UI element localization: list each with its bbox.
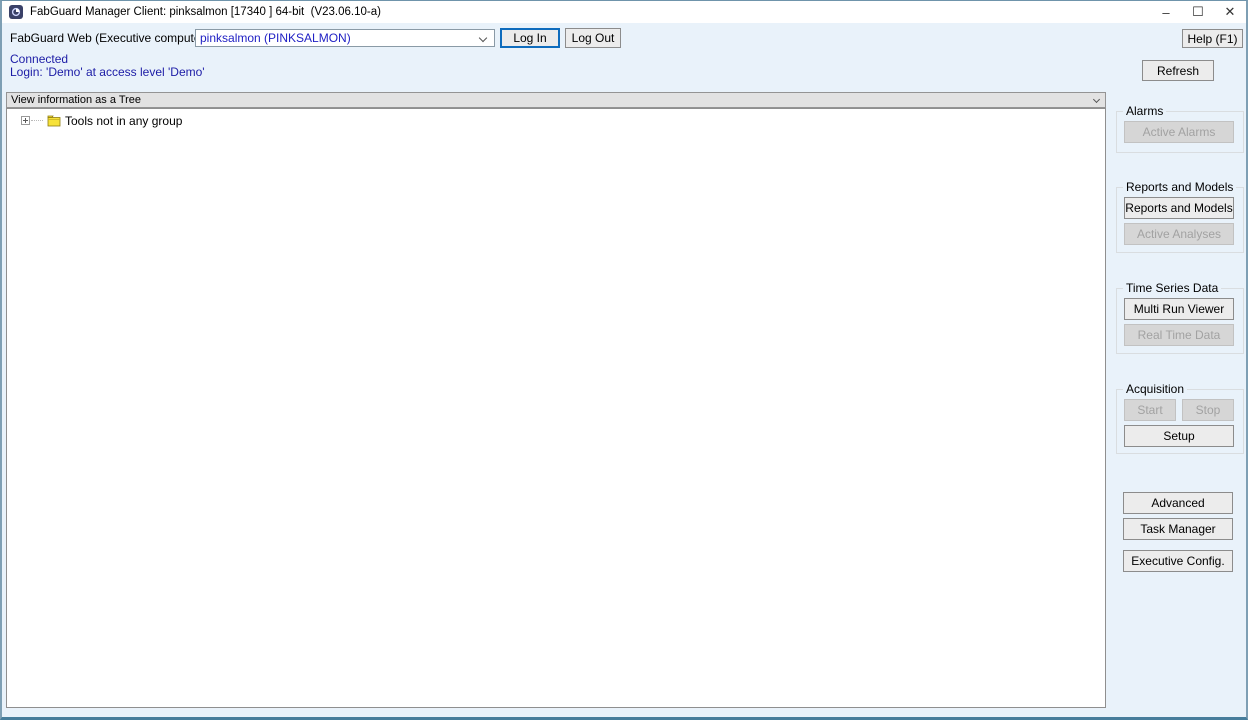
chevron-down-icon (1093, 96, 1100, 103)
start-button[interactable]: Start (1124, 399, 1176, 421)
close-button[interactable]: ✕ (1214, 1, 1246, 23)
stop-button[interactable]: Stop (1182, 399, 1234, 421)
alarms-group: Alarms Active Alarms (1116, 111, 1244, 153)
fabguard-web-label: FabGuard Web (Executive computer): (10, 31, 212, 45)
reports-and-models-button[interactable]: Reports and Models (1124, 197, 1234, 219)
window-controls: – ☐ ✕ (1150, 1, 1246, 23)
task-manager-button[interactable]: Task Manager (1123, 518, 1233, 540)
tree-item-label: Tools not in any group (65, 114, 182, 128)
setup-button[interactable]: Setup (1124, 425, 1234, 447)
time-series-group-title: Time Series Data (1123, 281, 1221, 295)
server-select[interactable]: pinksalmon (PINKSALMON) (195, 29, 495, 47)
reports-models-group: Reports and Models Reports and Models Ac… (1116, 187, 1244, 253)
refresh-button[interactable]: Refresh (1142, 60, 1214, 81)
alarms-group-title: Alarms (1123, 104, 1166, 118)
view-mode-value: View information as a Tree (11, 94, 141, 106)
multi-run-viewer-button[interactable]: Multi Run Viewer (1124, 298, 1234, 320)
tree-connector-line (31, 120, 43, 121)
active-alarms-button[interactable]: Active Alarms (1124, 121, 1234, 143)
app-window: FabGuard Manager Client: pinksalmon [173… (0, 0, 1248, 720)
view-mode-select[interactable]: View information as a Tree (6, 92, 1106, 108)
server-select-value: pinksalmon (PINKSALMON) (200, 31, 351, 45)
time-series-group: Time Series Data Multi Run Viewer Real T… (1116, 288, 1244, 354)
active-analyses-button[interactable]: Active Analyses (1124, 223, 1234, 245)
window-title: FabGuard Manager Client: pinksalmon [173… (30, 6, 381, 18)
minimize-button[interactable]: – (1150, 1, 1182, 23)
acquisition-group-title: Acquisition (1123, 382, 1187, 396)
log-in-button[interactable]: Log In (500, 28, 560, 48)
expand-plus-icon[interactable] (21, 116, 30, 125)
connection-status: Connected (10, 52, 68, 66)
folder-icon (47, 114, 61, 132)
advanced-button[interactable]: Advanced (1123, 492, 1233, 514)
tree-panel: Tools not in any group (6, 108, 1106, 708)
acquisition-group: Acquisition Start Stop Setup (1116, 389, 1244, 454)
real-time-data-button[interactable]: Real Time Data (1124, 324, 1234, 346)
chevron-down-icon (479, 34, 487, 42)
log-out-button[interactable]: Log Out (565, 28, 621, 48)
app-icon-glyph (11, 7, 21, 17)
app-icon (9, 5, 23, 19)
maximize-button[interactable]: ☐ (1182, 1, 1214, 23)
tree-row[interactable]: Tools not in any group (7, 113, 1105, 129)
login-status: Login: 'Demo' at access level 'Demo' (10, 65, 205, 79)
title-bar[interactable]: FabGuard Manager Client: pinksalmon [173… (2, 1, 1246, 23)
help-button[interactable]: Help (F1) (1182, 29, 1243, 48)
executive-config-button[interactable]: Executive Config. (1123, 550, 1233, 572)
reports-models-group-title: Reports and Models (1123, 180, 1236, 194)
